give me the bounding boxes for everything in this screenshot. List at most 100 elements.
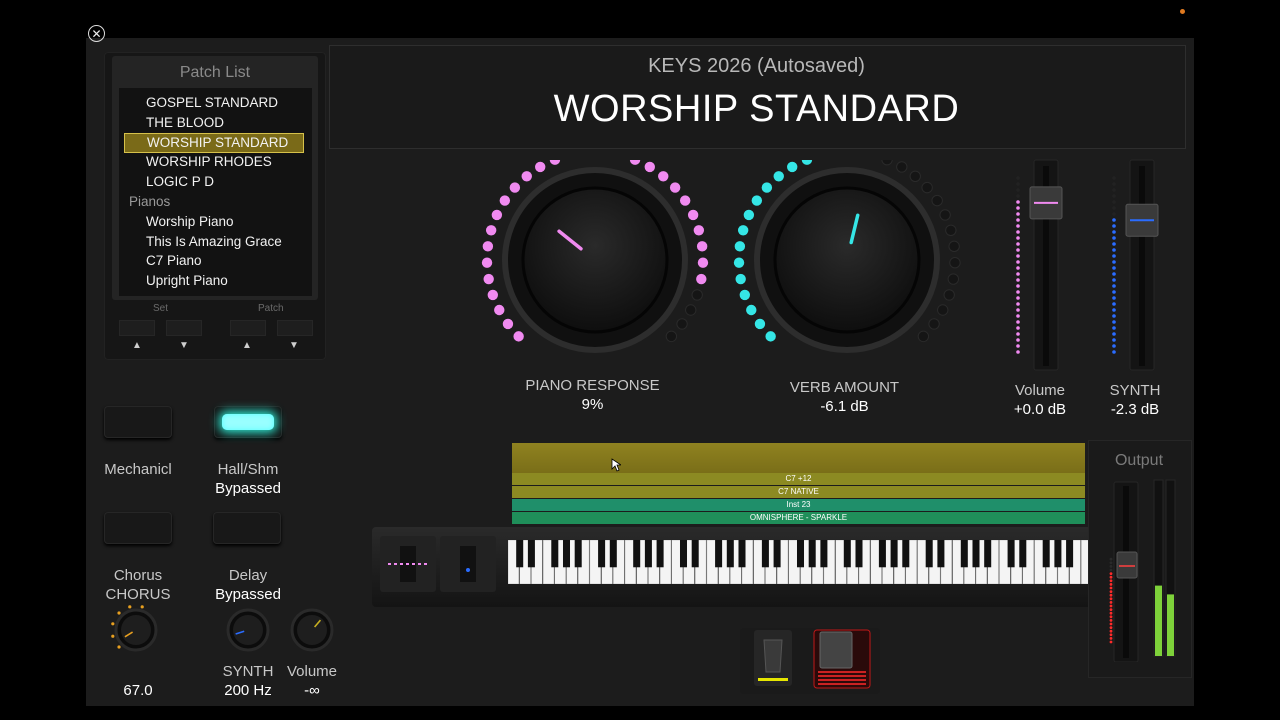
layer-c7-plus12[interactable]: C7 +12 xyxy=(512,473,1085,485)
piano-keyboard[interactable] xyxy=(508,540,1093,584)
patch-list-item[interactable]: LOGIC P D xyxy=(119,172,214,192)
knob-led xyxy=(881,160,893,166)
fader-led xyxy=(1016,284,1020,288)
black-key xyxy=(925,540,933,568)
patch-list-item[interactable]: WORSHIP RHODES xyxy=(119,152,272,172)
fader-led xyxy=(1016,176,1020,180)
patch-list-item[interactable]: Upright Piano xyxy=(119,271,228,291)
hall-shm-label: Hall/Shm xyxy=(217,461,279,478)
fader-led xyxy=(1112,224,1116,228)
output-meter-bar xyxy=(1155,585,1162,656)
layer-omnisphere-sparkle[interactable]: OMNISPHERE - SPARKLE xyxy=(512,512,1085,524)
black-key xyxy=(1066,540,1074,568)
synth-cutoff-label: SYNTH xyxy=(222,663,274,680)
patch-up-button[interactable]: ▲ xyxy=(242,340,252,351)
fader-led xyxy=(1112,290,1116,294)
fader-led xyxy=(1016,236,1020,240)
fader-led xyxy=(1112,194,1116,198)
verb-amount-knob[interactable] xyxy=(722,160,972,380)
black-key xyxy=(656,540,664,568)
black-key xyxy=(902,540,910,568)
knob-led xyxy=(754,318,766,330)
delay-button[interactable] xyxy=(213,512,281,544)
patch-list-item[interactable]: THE BLOOD xyxy=(119,113,224,133)
synth-cutoff-knob[interactable] xyxy=(218,604,278,660)
pedals[interactable] xyxy=(740,626,880,696)
volume-fader-value: +0.0 dB xyxy=(1013,401,1067,418)
layer-stack-top[interactable] xyxy=(512,443,1085,473)
black-key xyxy=(516,540,524,568)
synth-fader[interactable] xyxy=(1104,156,1164,376)
delay-status: Bypassed xyxy=(215,586,281,603)
volume-fader-label: Volume xyxy=(1014,382,1066,399)
piano-response-knob[interactable] xyxy=(470,160,720,380)
black-key xyxy=(843,540,851,568)
patch-list-item[interactable]: C7 Piano xyxy=(119,251,202,271)
fader-led xyxy=(1016,248,1020,252)
knob-led xyxy=(502,318,514,330)
black-key xyxy=(633,540,641,568)
piano-response-value: 9% xyxy=(581,396,604,413)
fader-led xyxy=(1112,296,1116,300)
knob-led xyxy=(481,257,493,268)
set-down-button[interactable]: ▼ xyxy=(179,340,189,351)
mechanicl-label: Mechanicl xyxy=(104,461,172,478)
volume-small-label: Volume xyxy=(286,663,338,680)
wheels-panel xyxy=(380,536,496,592)
knob-led xyxy=(482,241,494,252)
fader-led xyxy=(1112,278,1116,282)
patch-next-slot[interactable] xyxy=(277,320,313,336)
fader-led xyxy=(1016,212,1020,216)
patch-list[interactable]: GOSPEL STANDARD THE BLOOD WORSHIP STANDARD… xyxy=(119,88,312,296)
patch-down-button[interactable]: ▼ xyxy=(289,340,299,351)
chorus-button[interactable] xyxy=(104,512,172,544)
set-prev-slot[interactable] xyxy=(119,320,155,336)
patch-group-header[interactable]: Pianos xyxy=(119,192,170,212)
knob-led xyxy=(494,304,505,316)
fader-led xyxy=(1016,230,1020,234)
black-key xyxy=(679,540,688,568)
fader-led xyxy=(1016,350,1020,354)
knob-led xyxy=(909,170,921,182)
knob-led xyxy=(644,161,655,173)
fader-led xyxy=(1016,224,1020,228)
fader-led xyxy=(1016,332,1020,336)
knob-led xyxy=(691,289,703,301)
knob-led xyxy=(787,161,798,173)
fader-led xyxy=(1016,272,1020,276)
mechanicl-button[interactable] xyxy=(104,406,172,438)
knob-led xyxy=(931,194,943,207)
fader-led xyxy=(1016,308,1020,312)
patch-list-item[interactable]: GOSPEL STANDARD xyxy=(119,93,278,113)
knob-led xyxy=(733,257,745,268)
patch-list-item[interactable]: This Is Amazing Grace xyxy=(119,232,282,252)
hall-shm-led xyxy=(222,414,274,430)
chorus-amount-knob[interactable] xyxy=(106,604,166,660)
knob-led xyxy=(679,195,691,206)
knob-led xyxy=(687,209,699,221)
knob-led xyxy=(521,171,532,182)
layer-c7-native[interactable]: C7 NATIVE xyxy=(512,486,1085,498)
volume-fader[interactable] xyxy=(1008,156,1068,376)
fader-led xyxy=(1016,326,1020,330)
patch-list-item[interactable]: Worship Piano xyxy=(119,212,234,232)
fader-led xyxy=(1016,260,1020,264)
black-key xyxy=(609,540,617,568)
knob-led xyxy=(928,318,940,330)
patch-name: WORSHIP STANDARD xyxy=(553,88,960,130)
set-label: Set xyxy=(153,303,169,314)
layer-inst-23[interactable]: Inst 23 xyxy=(512,499,1085,511)
volume-small-knob[interactable] xyxy=(282,604,342,660)
knob-led xyxy=(658,171,669,182)
set-next-slot[interactable] xyxy=(166,320,202,336)
output-fader-handle xyxy=(1116,551,1138,579)
project-title: KEYS 2026 (Autosaved) xyxy=(648,55,865,77)
fader-led xyxy=(1112,332,1116,336)
close-icon[interactable]: ✕ xyxy=(88,25,105,42)
black-key xyxy=(808,540,816,568)
fader-led xyxy=(1016,206,1020,210)
patch-prev-slot[interactable] xyxy=(230,320,266,336)
knob-led xyxy=(697,257,709,268)
set-up-button[interactable]: ▲ xyxy=(132,340,142,351)
patch-list-item[interactable]: WORSHIP STANDARD xyxy=(124,132,304,153)
